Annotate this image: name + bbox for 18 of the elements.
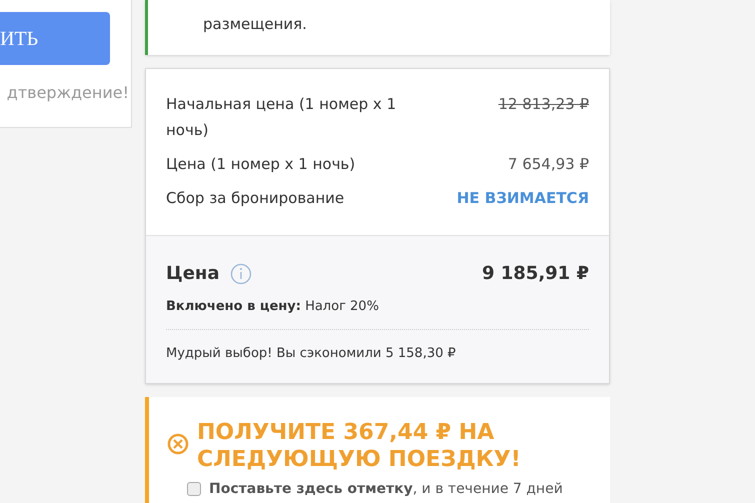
included-text: Включено в цену: Налог 20%: [166, 298, 380, 316]
total-value: 9 185,91 ₽: [482, 262, 589, 286]
reward-title: ПОЛУЧИТЕ 367,44 ₽ НА СЛЕДУЮЩУЮ ПОЕЗДКУ!: [197, 419, 522, 473]
price-label: Сбор за бронирование: [166, 188, 346, 209]
price-value: 7 654,93 ₽: [508, 154, 589, 175]
price-value: 12 813,23 ₽: [498, 94, 589, 115]
badge-icon: [167, 433, 189, 455]
notice-text: размещения.: [203, 14, 307, 34]
info-icon[interactable]: [230, 262, 252, 284]
submit-button[interactable]: ИТЬ: [0, 12, 110, 65]
checkbox-label: Поставьте здесь отметку, и в течение 7 дней: [209, 480, 563, 499]
confirmation-text: дтверждение!: [6, 82, 129, 104]
checkbox[interactable]: [187, 482, 201, 496]
price-value: НЕ ВЗИМАЕТСЯ: [456, 188, 589, 209]
price-label: Цена (1 номер x 1 ночь): [166, 154, 356, 175]
total-label: Цена: [166, 262, 220, 286]
savings-text: Мудрый выбор! Вы сэкономили 5 158,30 ₽: [166, 344, 457, 362]
price-label: Начальная цена (1 номер x 1 ночь): [166, 94, 398, 141]
